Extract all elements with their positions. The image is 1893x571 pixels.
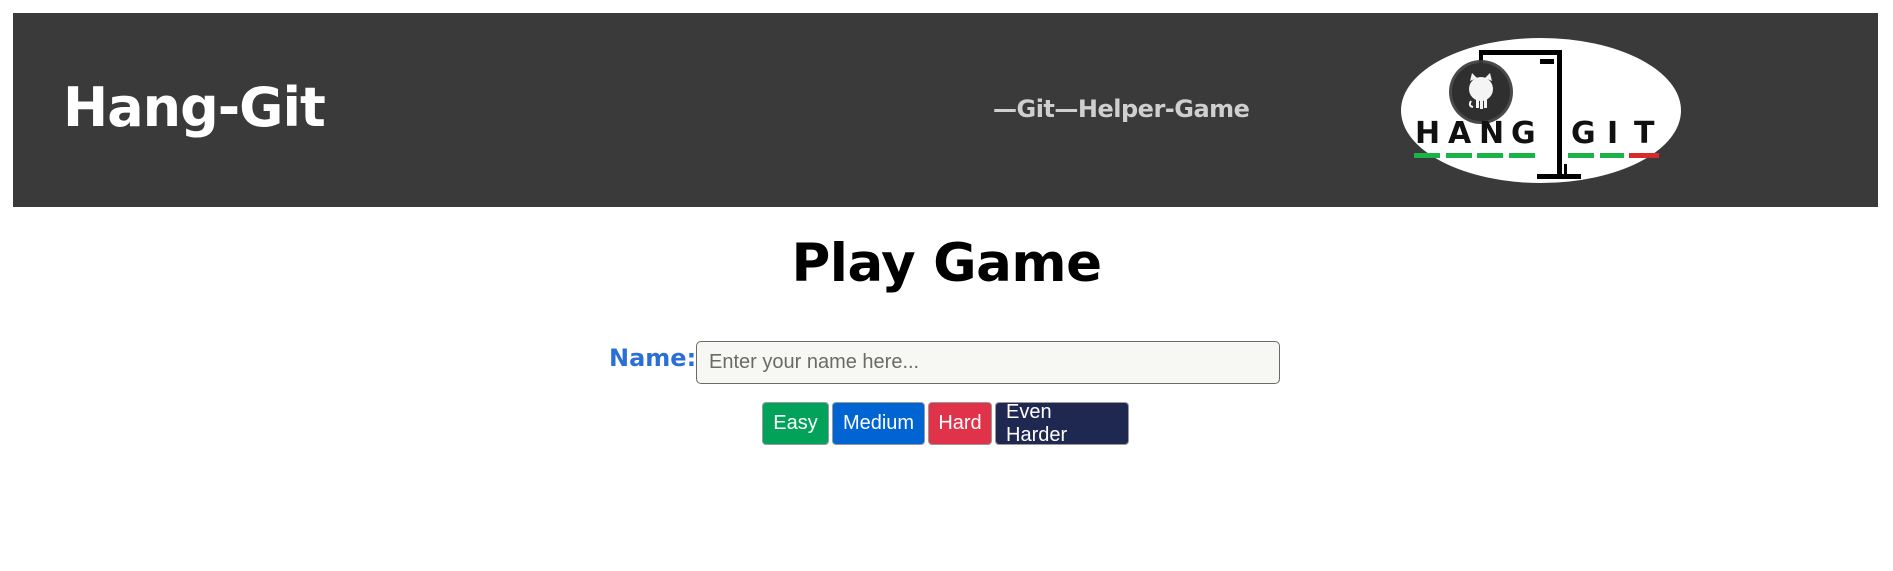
brand-title[interactable]: Hang-Git bbox=[63, 81, 326, 135]
page-title: Play Game bbox=[791, 233, 1102, 294]
name-label: Name: bbox=[609, 344, 697, 372]
logo-letter-h: H bbox=[1415, 116, 1440, 151]
site-header: Hang-Git —Git—Helper-Game H A N G G I T bbox=[13, 13, 1878, 207]
logo-letter-i: I bbox=[1607, 116, 1618, 151]
difficulty-buttons: Easy Medium Hard Even Harder bbox=[762, 401, 1129, 446]
logo-letter-a: A bbox=[1448, 116, 1472, 151]
hard-button[interactable]: Hard bbox=[928, 402, 992, 445]
name-input[interactable] bbox=[696, 341, 1280, 384]
logo-letter-t: T bbox=[1634, 116, 1655, 151]
logo-letter-g2: G bbox=[1571, 116, 1596, 151]
even-harder-button[interactable]: Even Harder bbox=[995, 401, 1129, 446]
medium-button[interactable]: Medium bbox=[832, 402, 925, 445]
logo-letter-n: N bbox=[1479, 116, 1504, 151]
tagline: —Git—Helper-Game bbox=[993, 95, 1250, 123]
easy-button[interactable]: Easy bbox=[762, 402, 829, 445]
github-octocat-icon bbox=[1449, 60, 1513, 124]
logo-letter-g: G bbox=[1511, 116, 1536, 151]
hangman-logo: H A N G G I T bbox=[1400, 37, 1682, 184]
